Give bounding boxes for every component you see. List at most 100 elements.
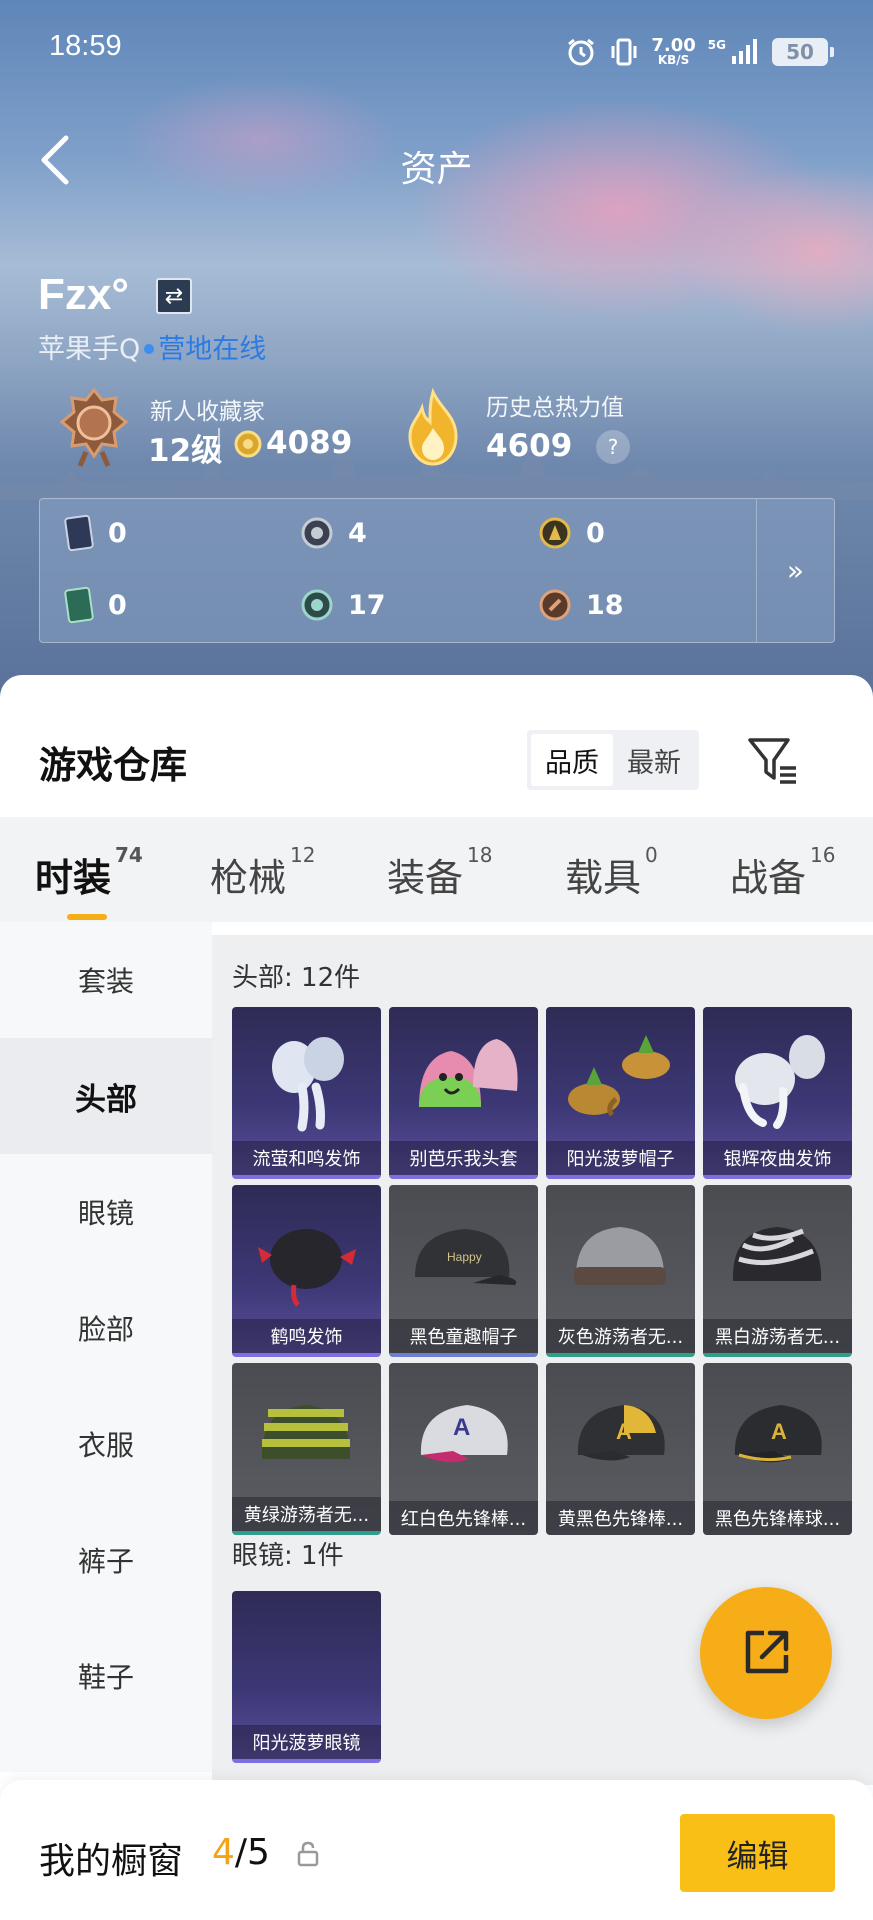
sidebar-item-pants[interactable]: 裤子: [0, 1502, 212, 1618]
item-name: 阳光菠萝帽子: [546, 1141, 695, 1175]
svg-text:A: A: [453, 1414, 470, 1441]
section-title-head: 头部: 12件: [232, 963, 361, 993]
stats-more-button[interactable]: »: [756, 499, 834, 642]
item-card[interactable]: 阳光菠萝帽子: [546, 1007, 695, 1179]
item-name: 黑白游荡者无...: [703, 1319, 852, 1353]
item-card[interactable]: Happy 黑色童趣帽子: [389, 1185, 538, 1357]
showcase-label: 我的橱窗: [39, 1841, 184, 1882]
item-card[interactable]: 银辉夜曲发饰: [703, 1007, 852, 1179]
stat-dark-card: 0: [64, 513, 127, 553]
alarm-icon: [568, 38, 595, 66]
item-card[interactable]: 黄绿游荡者无...: [232, 1363, 381, 1535]
item-name: 别芭乐我头套: [389, 1141, 538, 1175]
share-button[interactable]: [700, 1587, 832, 1719]
item-name: 鹤鸣发饰: [232, 1319, 381, 1353]
silver-braids-hair-icon: [272, 1037, 344, 1132]
subcategory-sidebar: 套装 头部 眼镜 脸部 衣服 裤子 鞋子: [0, 922, 212, 1772]
sort-toggle: 品质 最新: [527, 730, 699, 790]
warehouse-title: 游戏仓库: [39, 744, 187, 787]
stat-green-card: 0: [64, 585, 127, 625]
flame-icon: [408, 388, 458, 466]
green-card-icon: [64, 586, 94, 624]
zebra-beanie-icon: [732, 1227, 822, 1281]
black-cap-icon: Happy: [415, 1229, 517, 1285]
tab-equipment[interactable]: 装备18: [387, 843, 492, 902]
silver-hair-icon: [735, 1035, 825, 1129]
sidebar-item-shoes[interactable]: 鞋子: [0, 1618, 212, 1734]
platform-info: 苹果手Q 营地在线: [38, 327, 266, 366]
help-button[interactable]: ?: [596, 430, 630, 464]
swap-icon: ⇄: [164, 283, 184, 309]
tab-guns[interactable]: 枪械12: [210, 843, 315, 902]
svg-text:Happy: Happy: [447, 1250, 482, 1264]
pineapple-hat-icon: [568, 1035, 670, 1117]
item-card[interactable]: 黑白游荡者无...: [703, 1185, 852, 1357]
black-hair-bow-icon: [258, 1229, 356, 1307]
showcase-count: 4/5: [212, 1832, 270, 1873]
tab-supplies[interactable]: 战备16: [730, 843, 835, 902]
sidebar-item-glasses[interactable]: 眼镜: [0, 1154, 212, 1270]
username: Fzx°: [38, 270, 129, 319]
silver-badge-icon: [301, 517, 333, 549]
battery-indicator: 50: [772, 38, 834, 66]
asset-stats-panel[interactable]: 0 4 0 0 17 18 »: [39, 498, 835, 643]
gold-badge-icon: [539, 517, 571, 549]
tab-fashion[interactable]: 时装74: [35, 843, 143, 920]
item-card[interactable]: 阳光菠萝眼镜: [232, 1591, 381, 1763]
item-name: 灰色游荡者无...: [546, 1319, 695, 1353]
sidebar-item-face[interactable]: 脸部: [0, 1270, 212, 1386]
coin-value: 4089: [266, 425, 353, 461]
page-title: 资产: [400, 149, 473, 190]
item-name: 流萤和鸣发饰: [232, 1141, 381, 1175]
item-name: 黄绿游荡者无...: [232, 1497, 381, 1531]
heat-title: 历史总热力值: [486, 395, 624, 421]
gray-beanie-icon: [574, 1227, 666, 1285]
filter-icon: [748, 738, 796, 784]
sort-quality-button[interactable]: 品质: [531, 734, 613, 786]
collector-level: 12级: [148, 433, 223, 469]
item-card[interactable]: A 黑色先锋棒球...: [703, 1363, 852, 1535]
filter-button[interactable]: [744, 730, 802, 790]
collector-medal-icon[interactable]: [58, 386, 130, 468]
switch-account-button[interactable]: ⇄: [156, 278, 192, 314]
category-tabs: 时装74 枪械12 装备18 载具0 战备16: [0, 817, 873, 922]
status-icons: 7.00 KB/S 5G 50: [565, 32, 834, 72]
vibrate-icon: [611, 38, 637, 66]
lock-icon: [297, 1841, 319, 1867]
item-name: 黑色童趣帽子: [389, 1319, 538, 1353]
item-card[interactable]: 灰色游荡者无...: [546, 1185, 695, 1357]
stat-bronze-badge: 18: [538, 585, 624, 625]
item-card[interactable]: 别芭乐我头套: [389, 1007, 538, 1179]
sidebar-item-outfit[interactable]: 套装: [0, 922, 212, 1038]
stat-teal-badge: 17: [300, 585, 386, 625]
stat-silver-badge: 4: [300, 513, 367, 553]
showcase-bar: 我的橱窗 4/5 编辑: [0, 1780, 873, 1920]
teal-badge-icon: [301, 589, 333, 621]
red-white-cap-icon: A: [420, 1405, 508, 1463]
section-title-glasses: 眼镜: 1件: [232, 1541, 344, 1571]
platform-label: 苹果手Q: [38, 334, 141, 365]
item-card[interactable]: 流萤和鸣发饰: [232, 1007, 381, 1179]
bronze-badge-icon: [539, 589, 571, 621]
dark-card-icon: [64, 514, 94, 552]
sidebar-item-clothes[interactable]: 衣服: [0, 1386, 212, 1502]
striped-beanie-icon: [261, 1405, 351, 1459]
item-card[interactable]: A 黄黑色先锋棒...: [546, 1363, 695, 1535]
warehouse-panel: 游戏仓库 品质 最新 时装74 枪械12 装备18 载具0 战备16 套装 头部…: [0, 675, 873, 1920]
svg-text:A: A: [616, 1419, 632, 1444]
item-name: 黑色先锋棒球...: [703, 1501, 852, 1535]
divider: [218, 428, 220, 462]
stat-gold-badge: 0: [538, 513, 605, 553]
edit-button[interactable]: 编辑: [680, 1814, 835, 1892]
item-name: 黄黑色先锋棒...: [546, 1501, 695, 1535]
tab-vehicles[interactable]: 载具0: [565, 843, 658, 902]
coin-icon: [234, 430, 262, 458]
item-name: 银辉夜曲发饰: [703, 1141, 852, 1175]
sidebar-item-head[interactable]: 头部: [0, 1038, 212, 1154]
pineapple-glasses-icon: [232, 1591, 381, 1727]
online-status: 营地在线: [158, 334, 267, 365]
item-card[interactable]: 鹤鸣发饰: [232, 1185, 381, 1357]
item-card[interactable]: A 红白色先锋棒...: [389, 1363, 538, 1535]
sort-latest-button[interactable]: 最新: [613, 734, 695, 786]
online-dot: [144, 343, 155, 354]
